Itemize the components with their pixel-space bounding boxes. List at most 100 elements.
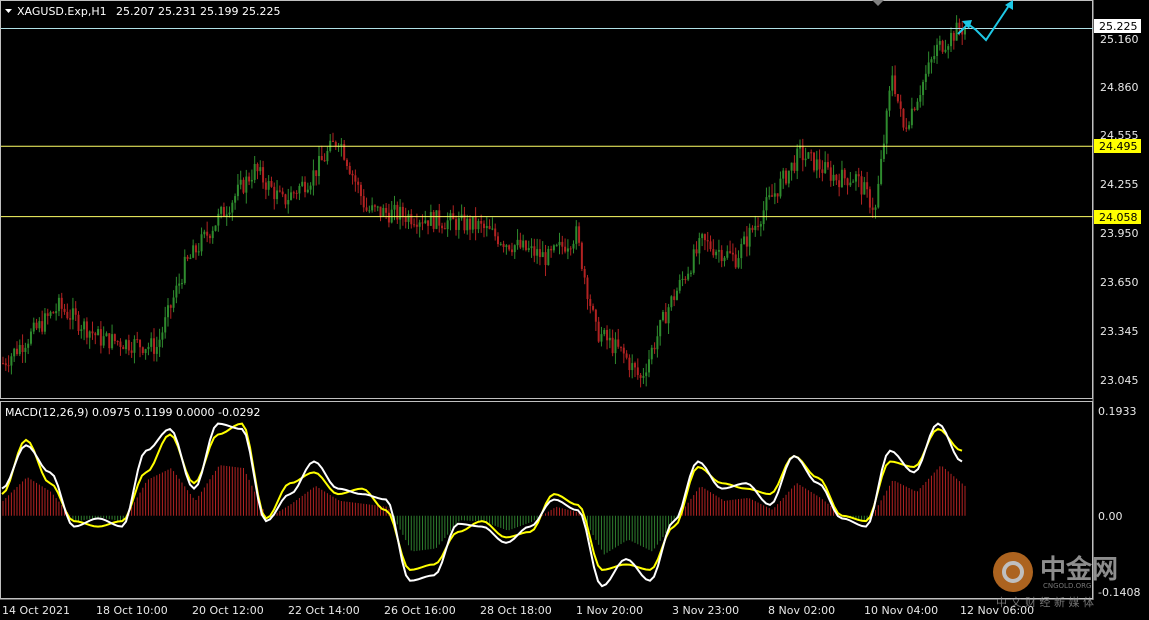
candle-body bbox=[306, 189, 309, 193]
candle-body bbox=[600, 334, 603, 342]
candle-body bbox=[650, 347, 653, 360]
time-axis: 14 Oct 2021 18 Oct 10:00 20 Oct 12:00 22… bbox=[2, 604, 1034, 617]
candle-body bbox=[508, 245, 511, 250]
candle-body bbox=[586, 277, 589, 299]
candle-body bbox=[119, 341, 122, 347]
candle-body bbox=[474, 216, 477, 230]
candle-body bbox=[390, 209, 393, 223]
candle-body bbox=[284, 194, 287, 205]
candle-body bbox=[661, 311, 664, 321]
candle-body bbox=[278, 190, 281, 192]
candle-body bbox=[318, 155, 321, 177]
candle-body bbox=[776, 193, 779, 197]
candle-body bbox=[667, 307, 670, 324]
candle-body bbox=[675, 290, 678, 300]
candle-body bbox=[399, 206, 402, 220]
candle-body bbox=[133, 339, 136, 353]
candle-body bbox=[435, 210, 438, 229]
candle-body bbox=[315, 170, 318, 177]
candle-body bbox=[740, 244, 743, 259]
candle-body bbox=[172, 297, 175, 308]
candle-body bbox=[427, 220, 430, 226]
price-tick: 24.255 bbox=[1100, 178, 1139, 191]
candle-body bbox=[446, 220, 449, 230]
candle-body bbox=[840, 169, 843, 188]
candle-body bbox=[555, 245, 558, 247]
candle-body bbox=[894, 75, 897, 95]
logo-circle-icon bbox=[993, 552, 1033, 592]
candle-body bbox=[175, 285, 178, 298]
candle-body bbox=[60, 297, 63, 309]
candle-body bbox=[768, 195, 771, 198]
candle-body bbox=[290, 192, 293, 200]
candle-body bbox=[116, 341, 119, 343]
candle-body bbox=[139, 339, 142, 348]
candle-body bbox=[594, 309, 597, 322]
candle-body bbox=[964, 28, 966, 35]
candle-body bbox=[443, 228, 446, 230]
candle-body bbox=[281, 191, 284, 195]
candle-body bbox=[256, 163, 259, 172]
candle-body bbox=[538, 249, 541, 258]
candle-body bbox=[245, 176, 248, 193]
candle-body bbox=[85, 321, 88, 338]
candle-body bbox=[569, 248, 572, 250]
candle-body bbox=[13, 348, 16, 357]
candle-body bbox=[924, 73, 927, 82]
candle-body bbox=[287, 199, 290, 205]
candle-body bbox=[259, 167, 262, 172]
time-tick: 1 Nov 20:00 bbox=[576, 604, 643, 617]
candle-body bbox=[491, 228, 494, 230]
candle-body bbox=[919, 95, 922, 102]
candle-body bbox=[695, 249, 698, 254]
candle-body bbox=[71, 308, 74, 320]
candle-body bbox=[583, 269, 586, 278]
candle-body bbox=[608, 337, 611, 341]
candle-body bbox=[295, 192, 298, 194]
candle-body bbox=[944, 49, 947, 52]
candle-body bbox=[301, 181, 304, 186]
candle-body bbox=[779, 178, 782, 197]
candle-body bbox=[323, 160, 326, 162]
candle-body bbox=[32, 322, 35, 332]
candle-body bbox=[438, 210, 441, 226]
dropdown-triangle-icon[interactable] bbox=[5, 9, 12, 13]
candle-body bbox=[7, 365, 10, 367]
candle-body bbox=[29, 331, 32, 344]
candle-body bbox=[99, 329, 102, 346]
candle-body bbox=[94, 333, 97, 336]
candle-body bbox=[810, 152, 813, 154]
candle-body bbox=[483, 223, 485, 229]
price-tick: 23.950 bbox=[1100, 227, 1139, 240]
candle-body bbox=[751, 227, 754, 231]
candle-body bbox=[793, 162, 796, 171]
candle-body bbox=[312, 170, 315, 186]
candle-body bbox=[829, 167, 832, 181]
candle-body bbox=[606, 329, 609, 341]
candle-body bbox=[415, 224, 418, 227]
price-tick: 25.160 bbox=[1100, 33, 1139, 46]
candle-body bbox=[111, 334, 114, 349]
candle-body bbox=[49, 312, 52, 316]
candle-body bbox=[877, 183, 880, 208]
watermark: 中金网 CNGOLD.ORG 中 文 财 经 新 媒 体 bbox=[993, 552, 1118, 609]
candle-body bbox=[826, 162, 829, 168]
candle-body bbox=[69, 318, 72, 320]
shift-marker-icon[interactable] bbox=[872, 0, 884, 6]
candle-body bbox=[860, 176, 863, 195]
ohlc-label: 25.207 25.231 25.199 25.225 bbox=[116, 5, 280, 18]
candle-body bbox=[250, 179, 253, 182]
candle-body bbox=[656, 336, 659, 350]
candle-body bbox=[673, 296, 676, 300]
candle-body bbox=[846, 178, 849, 186]
candle-body bbox=[77, 314, 80, 331]
price-tick: 23.345 bbox=[1100, 325, 1139, 338]
candle-body bbox=[351, 173, 354, 176]
candle-body bbox=[424, 220, 427, 223]
candle-body bbox=[499, 243, 502, 245]
candle-body bbox=[304, 181, 307, 193]
candle-body bbox=[125, 340, 128, 350]
candle-body bbox=[838, 180, 841, 188]
candle-body bbox=[773, 193, 776, 197]
candle-body bbox=[902, 108, 905, 128]
